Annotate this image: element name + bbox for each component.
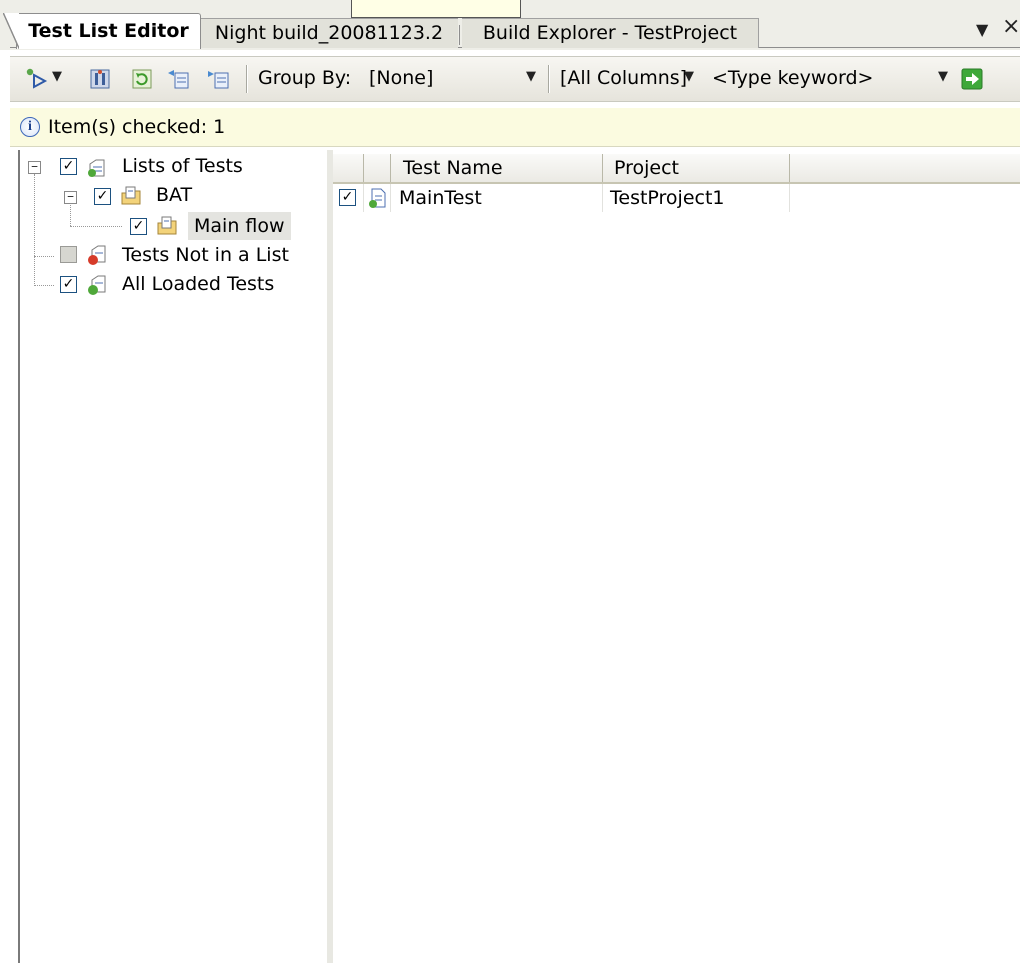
columns-dropdown-arrow-icon[interactable]: ▼ <box>684 69 694 84</box>
checkbox-column-header[interactable] <box>333 154 364 182</box>
test-list-tree: − ✓ Lists of Tests − ✓ BAT ✓ Main flow T… <box>18 150 329 963</box>
grid-header: Test Name Project <box>333 154 1020 184</box>
row-checkbox-cell: ✓ <box>333 184 364 212</box>
tree-node-label: All Loaded Tests <box>122 273 275 295</box>
column-header-project[interactable]: Project <box>604 154 790 182</box>
info-icon: i <box>20 117 40 137</box>
tree-connector <box>34 174 35 286</box>
info-bar: i Item(s) checked: 1 <box>10 108 1020 147</box>
tree-connector <box>70 226 122 227</box>
tab-night-build[interactable]: Night build_20081123.2 <box>200 18 458 48</box>
toolbar-separator <box>246 65 248 93</box>
apply-filter-icon[interactable] <box>960 67 984 91</box>
close-icon[interactable]: × <box>1002 14 1020 39</box>
new-test-list-icon[interactable] <box>166 67 190 91</box>
tab-build-explorer[interactable]: Build Explorer - TestProject <box>459 18 759 48</box>
column-header-test-name[interactable]: Test Name <box>391 154 603 182</box>
main-flow-checkbox[interactable]: ✓ <box>130 218 147 235</box>
debug-tests-icon[interactable] <box>88 67 112 91</box>
test-list-folder-icon <box>121 186 141 205</box>
collapse-icon[interactable]: − <box>64 191 77 204</box>
tree-node-label: Main flow <box>188 212 291 240</box>
test-lists-icon <box>88 159 105 177</box>
keyword-filter-input[interactable]: <Type keyword> <box>712 67 873 89</box>
run-tests-icon[interactable] <box>24 67 48 91</box>
items-checked-message: Item(s) checked: 1 <box>48 116 226 138</box>
tab-test-list-editor[interactable]: Test List Editor <box>3 13 201 49</box>
row-checkbox[interactable]: ✓ <box>339 189 356 206</box>
test-list-folder-icon <box>157 216 177 235</box>
test-list-toolbar: ▼ Group By: [None] ▼ [All Columns] ▼ <Ty… <box>10 56 1020 102</box>
all-loaded-tests-icon <box>88 275 106 295</box>
tree-connector <box>34 256 54 257</box>
add-to-test-list-icon[interactable] <box>206 67 230 91</box>
bat-checkbox[interactable]: ✓ <box>94 188 111 205</box>
collapse-icon[interactable]: − <box>28 161 41 174</box>
test-name-cell: MainTest <box>391 184 603 212</box>
tree-connector <box>34 285 54 286</box>
row-icon-cell <box>364 184 391 212</box>
refresh-icon[interactable] <box>130 67 154 91</box>
test-file-icon <box>369 188 386 208</box>
window-position-dropdown-icon[interactable]: ▼ <box>976 20 988 39</box>
tree-node-label: BAT <box>156 184 193 206</box>
document-tab-strip: Test List Editor Night build_20081123.2 … <box>0 0 1020 50</box>
group-by-dropdown[interactable]: [None] <box>369 67 433 89</box>
tree-connector <box>70 202 71 226</box>
run-tests-dropdown-icon[interactable]: ▼ <box>52 69 62 84</box>
group-by-dropdown-arrow-icon[interactable]: ▼ <box>526 69 536 84</box>
tree-node-label: Lists of Tests <box>122 155 243 177</box>
tests-grid: Test Name Project ✓ MainTest TestProject… <box>333 150 1020 963</box>
lists-of-tests-checkbox[interactable]: ✓ <box>60 158 77 175</box>
columns-dropdown[interactable]: [All Columns] <box>560 67 687 89</box>
tests-not-in-list-icon <box>88 245 106 265</box>
icon-column-header[interactable] <box>364 154 391 182</box>
tests-not-in-list-checkbox[interactable] <box>60 246 77 263</box>
keyword-dropdown-arrow-icon[interactable]: ▼ <box>938 69 948 84</box>
all-loaded-tests-checkbox[interactable]: ✓ <box>60 276 77 293</box>
table-row[interactable]: ✓ MainTest TestProject1 <box>333 184 1020 212</box>
project-cell: TestProject1 <box>604 184 790 212</box>
tree-node-label: Tests Not in a List <box>122 244 289 266</box>
group-by-label: Group By: <box>258 67 352 89</box>
toolbar-separator <box>548 65 550 93</box>
tooltip-fragment <box>351 0 521 18</box>
